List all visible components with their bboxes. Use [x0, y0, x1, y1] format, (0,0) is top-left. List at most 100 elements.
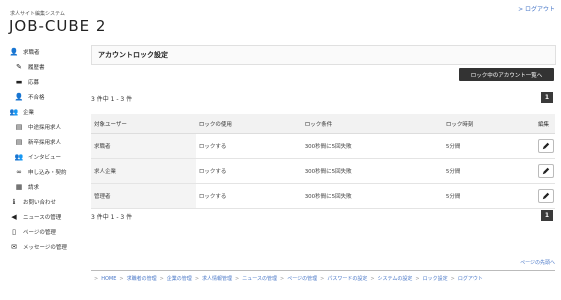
sidebar-item-label: お問い合わせ [23, 199, 57, 206]
panel-header: アカウントロック設定 [91, 45, 556, 65]
result-count-bottom: 3 件中 1 - 3 件 [91, 214, 133, 221]
breadcrumb-separator: > [280, 276, 285, 282]
result-count-top: 3 件中 1 - 3 件 [91, 96, 133, 103]
breadcrumb-link[interactable]: パスワードの設定 [327, 276, 367, 282]
breadcrumb-separator: > [235, 276, 240, 282]
pagination-page-bottom[interactable]: 1 [541, 210, 553, 221]
briefcase-icon: ▬ [15, 77, 23, 86]
mail-icon: ✉ [11, 242, 17, 251]
breadcrumb-separator: > [194, 276, 200, 282]
sidebar-item-label: 請求 [28, 184, 40, 191]
sidebar-item-label: 新卒採用求人 [28, 139, 62, 146]
breadcrumb-link[interactable]: ログアウト [458, 276, 483, 282]
table-cell: 求人企業 [91, 158, 196, 184]
sidebar-item-label: ページの管理 [23, 229, 56, 236]
table-cell: 5分間 [442, 133, 535, 159]
breadcrumb-link[interactable]: システムの設定 [378, 276, 413, 282]
breadcrumb-link[interactable]: 企業の管理 [167, 276, 192, 282]
users-icon: 👥 [14, 152, 24, 161]
edit-button[interactable] [538, 139, 554, 153]
table-cell [535, 158, 555, 184]
sidebar-item[interactable]: ∞ 申し込み・契約 [0, 164, 84, 179]
sidebar-item[interactable]: ▬ 応募 [0, 74, 84, 89]
sidebar-item[interactable]: ✉ メッセージの管理 [0, 239, 84, 254]
sidebar-item[interactable]: 👥 企業 [0, 104, 84, 119]
sidebar-item-label: 履歴書 [28, 64, 45, 71]
column-header: ロック時刻 [442, 114, 535, 134]
table-icon: ▦ [15, 182, 23, 191]
logout-link[interactable]: > ログアウト [518, 4, 555, 13]
breadcrumb-link[interactable]: 求人情報管理 [202, 276, 232, 282]
breadcrumb-separator: > [119, 276, 124, 282]
user-icon: 👤 [9, 47, 19, 56]
sidebar-item[interactable]: ◀ ニュースの管理 [0, 209, 84, 224]
table-cell: ロックする [195, 158, 302, 184]
sidebar-item[interactable]: ℹ お問い合わせ [0, 194, 84, 209]
sidebar-item[interactable]: 👤 不合格 [0, 89, 84, 104]
breadcrumb-separator: > [450, 276, 455, 282]
breadcrumb-separator: > [94, 276, 99, 282]
page-icon: ▯ [12, 227, 16, 236]
user-icon: 👤 [14, 92, 24, 101]
table-cell: 300秒間に5回失敗 [301, 158, 443, 184]
sidebar-item[interactable]: ▤ 新卒採用求人 [0, 134, 84, 149]
sidebar-item[interactable]: 👤 求職者 [0, 44, 84, 59]
breadcrumb-link[interactable]: ページの管理 [287, 276, 317, 282]
breadcrumb-separator: > [415, 276, 420, 282]
breadcrumb-separator: > [159, 276, 164, 282]
table-header-row: 対象ユーザー ロックの使用 ロック条件 ロック時刻 編集 [91, 114, 555, 134]
sidebar-item[interactable]: ▤ 中途採用求人 [0, 119, 84, 134]
table-cell: ロックする [195, 183, 302, 209]
column-header: 対象ユーザー [91, 114, 196, 134]
sidebar-item-label: 求職者 [23, 49, 40, 56]
sidebar-item-label: 応募 [28, 79, 40, 86]
table-cell: 5分間 [442, 158, 535, 184]
lock-settings-table: 対象ユーザー ロックの使用 ロック条件 ロック時刻 編集 求職者 ロックする 3… [91, 114, 555, 209]
sidebar-item-label: インタビュー [28, 154, 62, 161]
info-icon: ℹ [12, 197, 16, 206]
sidebar-item-label: 企業 [23, 109, 35, 116]
table-cell: 求職者 [91, 133, 196, 159]
table-row: 管理者 ロックする 300秒間に5回失敗 5分間 [91, 183, 555, 209]
edit-button[interactable] [538, 164, 554, 178]
sidebar-item[interactable]: ✎ 履歴書 [0, 59, 84, 74]
book-icon: ▤ [15, 137, 23, 146]
sidebar-item-label: 中途採用求人 [28, 124, 62, 131]
megaphone-icon: ◀ [11, 212, 17, 221]
table-row: 求職者 ロックする 300秒間に5回失敗 5分間 [91, 133, 555, 159]
breadcrumb-link[interactable]: ロック設定 [423, 276, 448, 282]
footer-breadcrumb: > HOME > 求職者の管理 > 企業の管理 > 求人情報管理 > ニュースの管理 > ページの管理… [91, 275, 483, 282]
table-cell [535, 183, 555, 209]
system-subtitle: 求人サイト編集システム [10, 11, 65, 17]
table-row: 求人企業 ロックする 300秒間に5回失敗 5分間 [91, 158, 555, 184]
sidebar-item-label: メッセージの管理 [23, 244, 67, 251]
system-title: JOB-CUBE 2 [9, 17, 107, 35]
sidebar-item[interactable]: ▯ ページの管理 [0, 224, 84, 239]
link-icon: ∞ [16, 167, 22, 176]
page-title: アカウントロック設定 [98, 51, 168, 59]
column-header: 編集 [535, 114, 555, 134]
sidebar-item-label: ニュースの管理 [23, 214, 62, 221]
table-cell: 管理者 [91, 183, 196, 209]
table-cell: 300秒間に5回失敗 [301, 183, 443, 209]
breadcrumb-link[interactable]: ニュースの管理 [242, 276, 277, 282]
back-to-top-link[interactable]: ページの先頭へ [520, 259, 555, 266]
users-icon: 👥 [9, 107, 19, 116]
table-cell: ロックする [195, 133, 302, 159]
breadcrumb-separator: > [370, 276, 375, 282]
pencil-icon [542, 142, 550, 150]
breadcrumb-link[interactable]: 求職者の管理 [127, 276, 157, 282]
pagination-page-top[interactable]: 1 [541, 92, 553, 103]
locked-accounts-button[interactable]: ロック中のアカウント一覧へ [459, 68, 554, 81]
sidebar-item[interactable]: 👥 インタビュー [0, 149, 84, 164]
sidebar: 👤 求職者 ✎ 履歴書 ▬ 応募 👤 不合格 👥 企業 ▤ 中途採用求人 ▤ 新卒採用求人 👥 インタビュー ∞… [0, 44, 84, 254]
sidebar-item[interactable]: ▦ 請求 [0, 179, 84, 194]
pencil-icon: ✎ [16, 62, 22, 71]
breadcrumb-separator: > [320, 276, 325, 282]
table-cell: 300秒間に5回失敗 [301, 133, 443, 159]
sidebar-item-label: 不合格 [28, 94, 45, 101]
breadcrumb-link[interactable]: HOME [101, 276, 116, 282]
pencil-icon [542, 167, 550, 175]
edit-button[interactable] [538, 189, 554, 203]
column-header: ロックの使用 [195, 114, 302, 134]
